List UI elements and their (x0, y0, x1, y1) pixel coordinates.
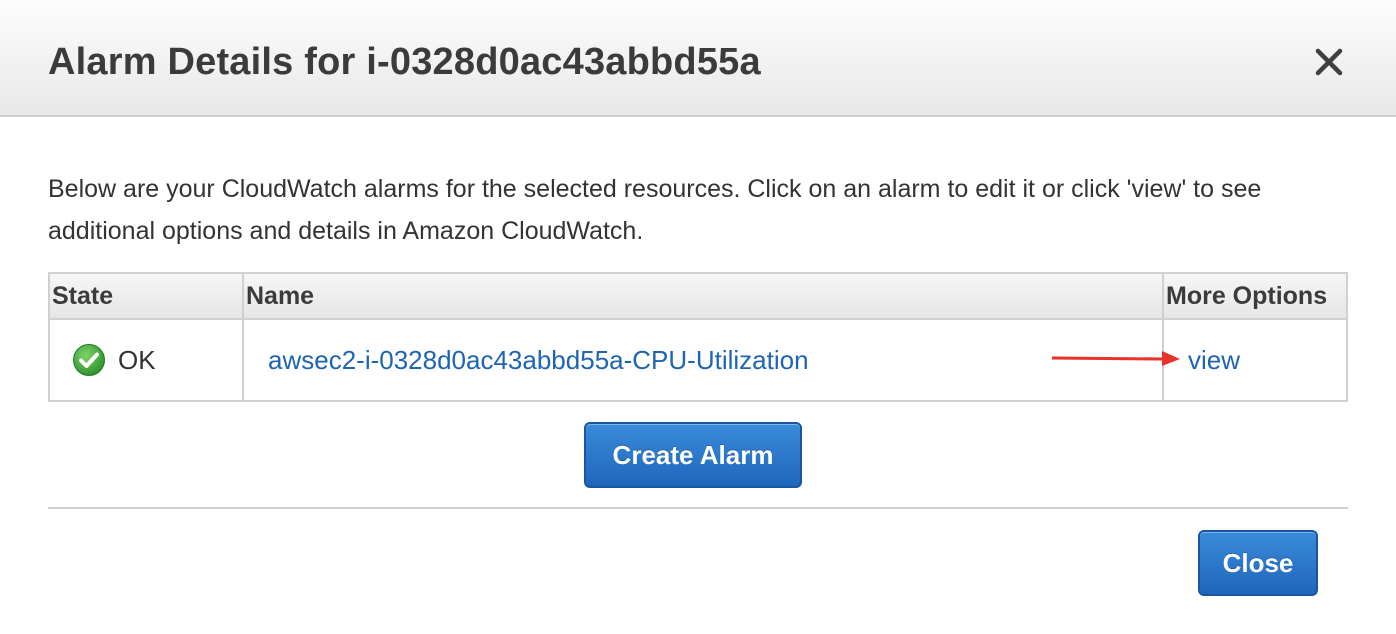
column-header-more-options: More Options (1166, 282, 1328, 310)
more-options-cell: view (1188, 320, 1240, 400)
close-button[interactable]: Close (1198, 530, 1318, 596)
alarms-table: State Name More Options OK awsec2-i-0328… (48, 272, 1348, 402)
create-alarm-button[interactable]: Create Alarm (584, 422, 802, 488)
close-x-icon[interactable] (1307, 40, 1351, 84)
state-cell: OK (72, 320, 156, 400)
intro-text: Below are your CloudWatch alarms for the… (48, 175, 1262, 245)
alarm-name-link[interactable]: awsec2-i-0328d0ac43abbd55a-CPU-Utilizati… (268, 345, 809, 376)
footer-divider (48, 507, 1348, 509)
column-divider (1162, 274, 1164, 400)
alarm-details-dialog: Alarm Details for i-0328d0ac43abbd55a Be… (0, 0, 1396, 634)
state-label: OK (118, 344, 156, 375)
dialog-header: Alarm Details for i-0328d0ac43abbd55a (0, 0, 1396, 117)
view-link[interactable]: view (1188, 345, 1240, 376)
column-header-name: Name (246, 282, 315, 310)
table-header (50, 274, 1346, 320)
column-divider (242, 274, 244, 400)
check-circle-icon (72, 343, 106, 377)
name-cell: awsec2-i-0328d0ac43abbd55a-CPU-Utilizati… (268, 320, 809, 400)
annotation-arrow-icon (1051, 351, 1180, 366)
column-header-state: State (52, 282, 114, 310)
dialog-title: Alarm Details for i-0328d0ac43abbd55a (48, 41, 761, 83)
